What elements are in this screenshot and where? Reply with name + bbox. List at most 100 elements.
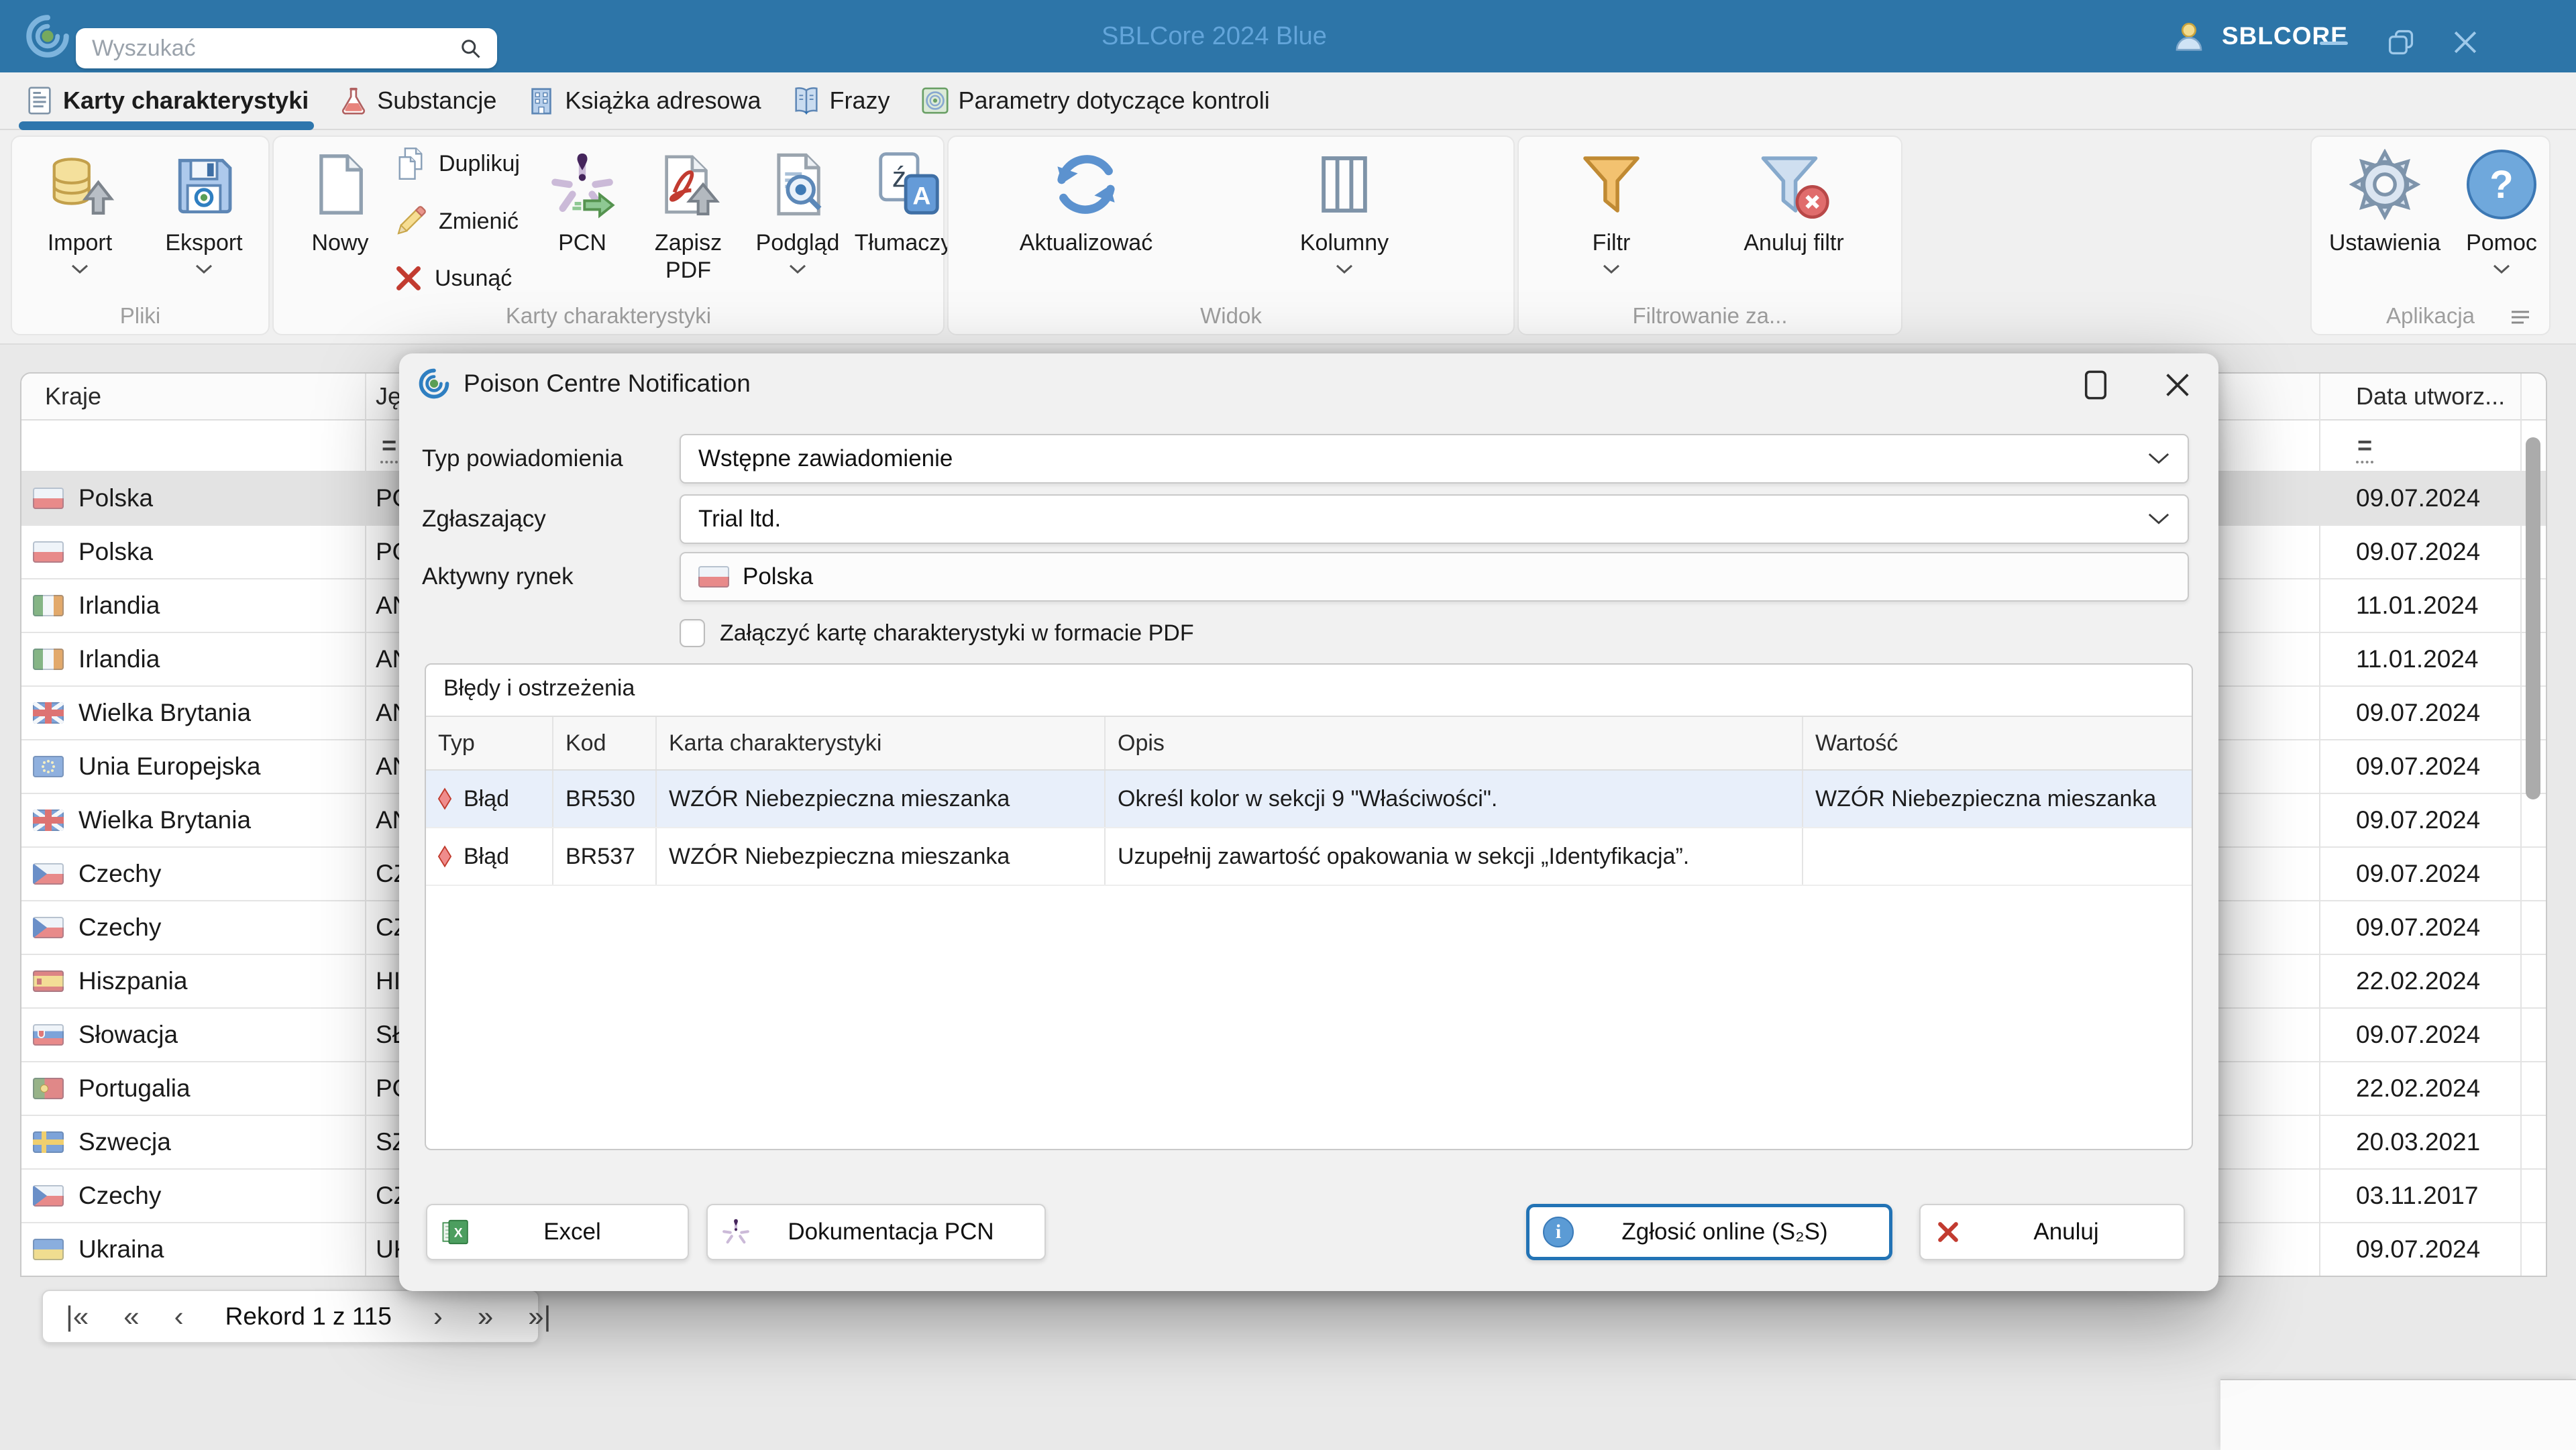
filter-operator-icon[interactable]: = bbox=[380, 431, 398, 463]
error-description: Uzupełnij zawartość opakowania w sekcji … bbox=[1106, 828, 1803, 885]
tab-substancje[interactable]: Substancje bbox=[338, 72, 496, 129]
tab-parametry-kontroli[interactable]: Parametry dotyczące kontroli bbox=[920, 72, 1270, 129]
database-import-icon bbox=[52, 158, 115, 215]
excel-button[interactable]: X Excel bbox=[426, 1204, 689, 1260]
pcn-button[interactable]: PCN bbox=[542, 145, 623, 257]
col-typ[interactable]: Typ bbox=[426, 717, 553, 769]
chevron-down-icon[interactable] bbox=[1602, 264, 1621, 274]
col-wartosc[interactable]: Wartość bbox=[1803, 717, 2189, 769]
flask-icon bbox=[342, 87, 366, 115]
country-flag-icon bbox=[33, 810, 64, 831]
phrases-book-icon bbox=[794, 87, 818, 115]
prev-page-button[interactable]: « bbox=[123, 1302, 139, 1331]
help-question-icon: ? bbox=[2467, 150, 2536, 219]
attach-pdf-checkbox[interactable] bbox=[680, 619, 705, 647]
error-value: WZÓR Niebezpieczna mieszanka bbox=[1815, 785, 2157, 812]
export-button[interactable]: Eksport bbox=[150, 145, 258, 274]
tab-ksiazka-adresowa[interactable]: Książka adresowa bbox=[526, 72, 761, 129]
chevron-down-icon[interactable] bbox=[1335, 264, 1354, 274]
column-header-jezyki[interactable]: Ję bbox=[376, 374, 401, 419]
clear-filter-button[interactable]: Anuluj filtr bbox=[1720, 145, 1868, 257]
created-date: 09.07.2024 bbox=[2356, 484, 2481, 512]
dialog-logo-icon bbox=[419, 368, 449, 399]
country-flag-icon bbox=[33, 863, 64, 885]
account-menu[interactable]: SBLCORE bbox=[2171, 16, 2348, 56]
columns-button[interactable]: Kolumny bbox=[1271, 145, 1418, 274]
bottom-right-panel bbox=[2220, 1379, 2576, 1450]
errors-panel-title: Błędy i ostrzeżenia bbox=[443, 675, 635, 701]
cancel-button[interactable]: Anuluj bbox=[1919, 1204, 2185, 1260]
chevron-down-icon[interactable] bbox=[195, 264, 213, 274]
field-label-zglaszajacy: Zgłaszający bbox=[422, 506, 546, 532]
col-karta[interactable]: Karta charakterystyki bbox=[657, 717, 1106, 769]
country-name: Słowacja bbox=[78, 1021, 178, 1048]
active-market-field[interactable]: Polska bbox=[680, 552, 2189, 602]
country-name: Wielka Brytania bbox=[78, 699, 252, 726]
search-icon[interactable] bbox=[458, 36, 482, 60]
notification-type-dropdown[interactable]: Wstępne zawiadomienie bbox=[680, 434, 2189, 484]
country-flag-icon bbox=[33, 1078, 64, 1099]
cancel-button-label: Anuluj bbox=[2033, 1219, 2099, 1245]
tab-karty-charakterystyki[interactable]: Karty charakterystyki bbox=[18, 72, 315, 130]
chevron-down-icon[interactable] bbox=[2492, 264, 2511, 274]
col-opis[interactable]: Opis bbox=[1106, 717, 1803, 769]
new-button[interactable]: Nowy bbox=[297, 145, 384, 257]
floppy-export-icon bbox=[178, 158, 232, 214]
group-menu-icon[interactable] bbox=[2510, 310, 2530, 325]
settings-button[interactable]: Ustawienia bbox=[2321, 145, 2449, 257]
error-description: Określ kolor w sekcji 9 "Właściwości". bbox=[1106, 771, 1803, 827]
next-page-button[interactable]: » bbox=[478, 1302, 493, 1331]
submit-online-button[interactable]: i Zgłosić online (S₂S) bbox=[1526, 1204, 1892, 1260]
dialog-maximize-button[interactable] bbox=[2080, 368, 2111, 402]
column-header-kraje[interactable]: Kraje bbox=[45, 374, 101, 419]
title-bar: SBLCore 2024 Blue SBLCORE bbox=[0, 0, 2576, 72]
close-button[interactable] bbox=[2450, 27, 2481, 58]
error-row[interactable]: Błąd BR537 WZÓR Niebezpieczna mieszanka … bbox=[426, 828, 2192, 886]
import-button[interactable]: Import bbox=[30, 145, 130, 274]
delete-button[interactable]: Usunąć bbox=[393, 263, 537, 294]
chevron-down-icon[interactable] bbox=[70, 264, 89, 274]
edit-button[interactable]: Zmienić bbox=[393, 204, 537, 239]
error-card: WZÓR Niebezpieczna mieszanka bbox=[657, 771, 1106, 827]
dialog-close-button[interactable] bbox=[2162, 370, 2193, 400]
next-record-button[interactable]: › bbox=[433, 1302, 443, 1331]
minimize-button[interactable] bbox=[2320, 42, 2348, 45]
filter-button[interactable]: Filtr bbox=[1551, 145, 1672, 274]
refresh-button[interactable]: Aktualizować bbox=[982, 145, 1190, 257]
prev-record-button[interactable]: ‹ bbox=[174, 1302, 184, 1331]
pcn-documentation-button[interactable]: Dokumentacja PCN bbox=[706, 1204, 1046, 1260]
country-name: Ukraina bbox=[78, 1235, 164, 1263]
created-date: 09.07.2024 bbox=[2356, 1021, 2481, 1048]
duplicate-button[interactable]: Duplikuj bbox=[393, 146, 537, 181]
country-flag-icon bbox=[33, 649, 64, 670]
vertical-scrollbar[interactable] bbox=[2526, 437, 2540, 799]
clear-filter-label: Anuluj filtr bbox=[1743, 230, 1844, 256]
settings-label: Ustawienia bbox=[2328, 230, 2441, 256]
filter-operator-icon[interactable]: = bbox=[2356, 431, 2374, 463]
tab-label: Książka adresowa bbox=[565, 87, 761, 114]
last-record-button[interactable]: »| bbox=[528, 1302, 551, 1331]
first-record-button[interactable]: |« bbox=[66, 1302, 89, 1331]
submitter-dropdown[interactable]: Trial ltd. bbox=[680, 494, 2189, 544]
save-pdf-button[interactable]: Zapisz PDF bbox=[641, 145, 735, 284]
dialog-title: Poison Centre Notification bbox=[464, 370, 751, 397]
help-button[interactable]: ? Pomoc bbox=[2458, 145, 2545, 274]
duplicate-icon bbox=[398, 148, 423, 180]
global-search[interactable] bbox=[76, 28, 497, 68]
created-date: 11.01.2024 bbox=[2356, 645, 2479, 673]
error-row[interactable]: Błąd BR530 WZÓR Niebezpieczna mieszanka … bbox=[426, 771, 2192, 828]
restore-button[interactable] bbox=[2385, 27, 2416, 58]
country-flag-icon bbox=[33, 1185, 64, 1207]
search-input[interactable] bbox=[91, 34, 458, 62]
country-flag-icon bbox=[33, 595, 64, 616]
country-name: Polska bbox=[78, 484, 154, 512]
col-kod[interactable]: Kod bbox=[553, 717, 657, 769]
tab-frazy[interactable]: Frazy bbox=[791, 72, 890, 129]
country-name: Hiszpania bbox=[78, 967, 188, 995]
column-header-data[interactable]: Data utworz... bbox=[2356, 374, 2505, 419]
tab-label: Substancje bbox=[377, 87, 497, 114]
preview-button[interactable]: Podgląd bbox=[747, 145, 848, 274]
chevron-down-icon[interactable] bbox=[788, 264, 807, 274]
country-name: Portugalia bbox=[78, 1074, 191, 1102]
pcn-label: PCN bbox=[558, 230, 606, 256]
